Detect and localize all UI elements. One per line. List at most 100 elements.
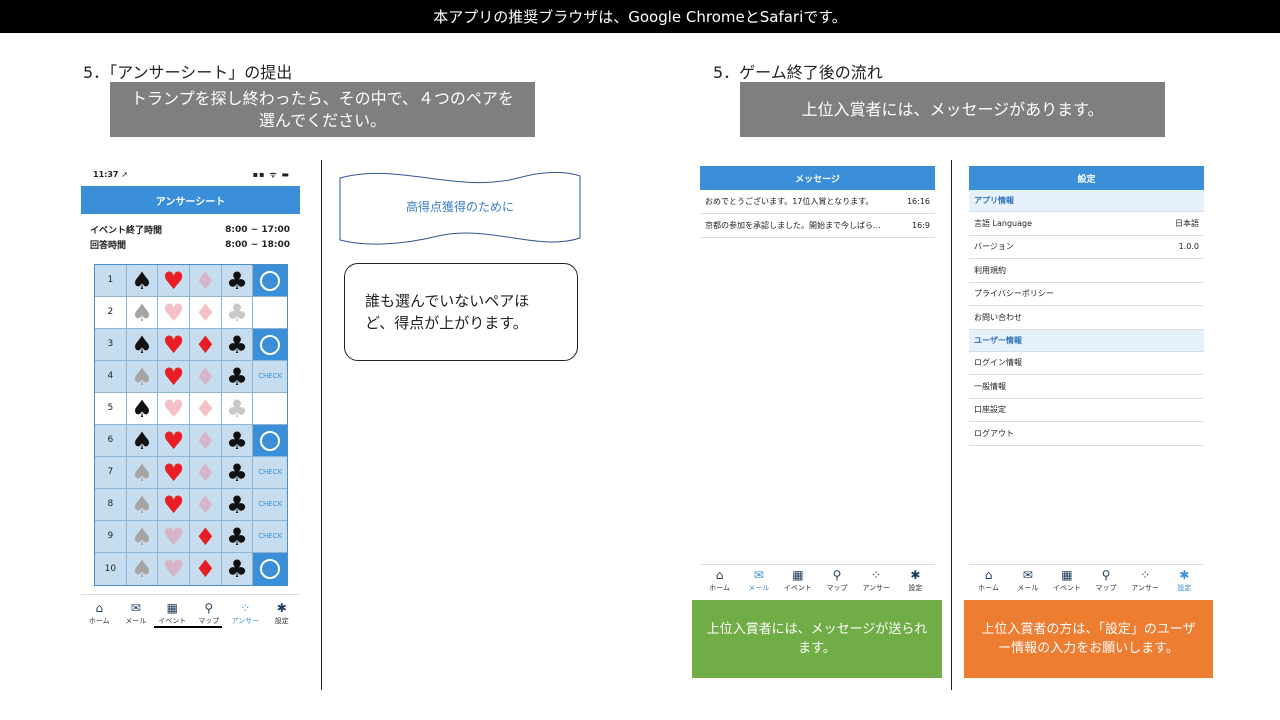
heart-icon[interactable]: ♥ — [158, 521, 191, 552]
settings-row[interactable]: 利用規約 — [969, 259, 1204, 283]
empty-select-cell[interactable] — [253, 393, 287, 424]
spade-icon[interactable]: ♠ — [127, 457, 159, 488]
nav-item-map-pin[interactable]: ⚲ マップ — [192, 601, 226, 626]
diamond-icon[interactable]: ♦ — [190, 425, 222, 456]
spade-icon[interactable]: ♠ — [127, 361, 159, 392]
diamond-icon[interactable]: ♦ — [190, 489, 222, 520]
settings-row-label: 利用規約 — [974, 265, 1006, 275]
settings-row[interactable]: プライバシーポリシー — [969, 283, 1204, 306]
spade-icon[interactable]: ♠ — [127, 265, 159, 296]
nav-item-gear[interactable]: ✱ 設定 — [898, 568, 932, 593]
settings-row-label: バージョン — [974, 242, 1014, 252]
nav-item-calendar[interactable]: ▦ イベント — [781, 568, 815, 593]
nav-item-home[interactable]: ⌂ ホーム — [82, 601, 116, 626]
diamond-icon[interactable]: ♦ — [190, 329, 222, 360]
diamond-icon[interactable]: ♦ — [190, 393, 222, 424]
nav-item-gear[interactable]: ✱ 設定 — [1167, 568, 1201, 593]
club-icon[interactable]: ♣ — [222, 297, 254, 328]
heart-icon[interactable]: ♥ — [158, 553, 191, 585]
pair-row: 7 ♠ ♥ ♦ ♣ CHECK — [95, 457, 287, 489]
diamond-icon[interactable]: ♦ — [190, 553, 222, 585]
spade-icon[interactable]: ♠ — [127, 521, 159, 552]
nav-item-grid[interactable]: ⁘ アンサー — [859, 568, 893, 593]
settings-phone: 設定 アプリ情報 言語 Language 日本語 バージョン 1.0.0 利用規約 プライバ… — [969, 166, 1204, 596]
club-icon[interactable]: ♣ — [222, 393, 254, 424]
grid-icon: ⁘ — [871, 568, 882, 582]
diamond-icon[interactable]: ♦ — [190, 361, 222, 392]
spade-icon[interactable]: ♠ — [127, 393, 159, 424]
nav-label: 設定 — [1177, 584, 1192, 592]
heart-icon[interactable]: ♥ — [158, 329, 191, 360]
heart-icon[interactable]: ♥ — [158, 425, 191, 456]
pair-row: 10 ♠ ♥ ♦ ♣ — [95, 553, 287, 585]
nav-item-map-pin[interactable]: ⚲ マップ — [820, 568, 854, 593]
nav-item-grid[interactable]: ⁘ アンサー — [228, 601, 262, 626]
diamond-icon[interactable]: ♦ — [190, 297, 222, 328]
settings-row[interactable]: ログイン情報 — [969, 352, 1204, 375]
club-icon[interactable]: ♣ — [222, 361, 254, 392]
nav-item-calendar[interactable]: ▦ イベント — [155, 601, 189, 626]
club-icon[interactable]: ♣ — [222, 265, 254, 296]
check-label: CHECK — [258, 500, 283, 508]
spade-icon[interactable]: ♠ — [127, 489, 159, 520]
info-row-event-end: イベント終了時間 8:00 ~ 17:00 — [81, 222, 300, 237]
settings-row[interactable]: バージョン 1.0.0 — [969, 236, 1204, 259]
spade-icon[interactable]: ♠ — [127, 425, 159, 456]
spade-icon[interactable]: ♠ — [127, 329, 159, 360]
pair-number: 5 — [95, 393, 127, 424]
check-button[interactable]: CHECK — [253, 457, 287, 488]
nav-item-map-pin[interactable]: ⚲ マップ — [1089, 568, 1123, 593]
diamond-icon[interactable]: ♦ — [190, 265, 222, 296]
club-icon[interactable]: ♣ — [222, 489, 254, 520]
settings-row[interactable]: 口座設定 — [969, 399, 1204, 422]
settings-row[interactable]: お問い合わせ — [969, 306, 1204, 330]
diamond-icon[interactable]: ♦ — [190, 457, 222, 488]
selected-circle-icon[interactable] — [253, 329, 287, 360]
empty-select-cell[interactable] — [253, 297, 287, 328]
signal-wifi-battery-icon: ▪▪ ᯤ ▬ — [252, 169, 290, 179]
pair-row: 3 ♠ ♥ ♦ ♣ — [95, 329, 287, 361]
selected-circle-icon[interactable] — [253, 425, 287, 456]
settings-row[interactable]: 一般情報 — [969, 375, 1204, 399]
selected-circle-icon[interactable] — [253, 553, 287, 585]
settings-row-label: 一般情報 — [974, 381, 1006, 391]
settings-row-label: 口座設定 — [974, 405, 1006, 415]
spade-icon[interactable]: ♠ — [127, 297, 159, 328]
check-label: CHECK — [258, 372, 283, 380]
club-icon[interactable]: ♣ — [222, 457, 254, 488]
message-item[interactable]: おめでとうございます。17位入賞となります。 16:16 — [700, 190, 935, 214]
settings-row[interactable]: ログアウト — [969, 422, 1204, 446]
nav-item-home[interactable]: ⌂ ホーム — [972, 568, 1006, 593]
message-item[interactable]: 京都の参加を承認しました。開始まで今しばら... 16:9 — [700, 214, 935, 238]
nav-item-gear[interactable]: ✱ 設定 — [265, 601, 299, 626]
club-icon[interactable]: ♣ — [222, 553, 254, 585]
heart-icon[interactable]: ♥ — [158, 393, 191, 424]
settings-row[interactable]: 言語 Language 日本語 — [969, 212, 1204, 236]
gear-icon: ✱ — [1179, 568, 1190, 582]
club-icon[interactable]: ♣ — [222, 521, 254, 552]
nav-item-home[interactable]: ⌂ ホーム — [703, 568, 737, 593]
heart-icon[interactable]: ♥ — [158, 297, 191, 328]
check-button[interactable]: CHECK — [253, 361, 287, 392]
diamond-icon[interactable]: ♦ — [190, 521, 222, 552]
check-button[interactable]: CHECK — [253, 521, 287, 552]
heart-icon[interactable]: ♥ — [158, 457, 191, 488]
info-label: イベント終了時間 — [90, 226, 163, 236]
message-time: 16:9 — [912, 221, 930, 230]
spade-icon[interactable]: ♠ — [127, 553, 159, 585]
club-icon[interactable]: ♣ — [222, 329, 254, 360]
club-icon[interactable]: ♣ — [222, 425, 254, 456]
pair-row: 2 ♠ ♥ ♦ ♣ — [95, 297, 287, 329]
heart-icon[interactable]: ♥ — [158, 489, 191, 520]
nav-item-calendar[interactable]: ▦ イベント — [1050, 568, 1084, 593]
selected-circle-icon[interactable] — [253, 265, 287, 296]
home-icon: ⌂ — [95, 601, 104, 615]
nav-item-mail[interactable]: ✉ メール — [119, 601, 153, 626]
check-button[interactable]: CHECK — [253, 489, 287, 520]
heart-icon[interactable]: ♥ — [158, 361, 191, 392]
heart-icon[interactable]: ♥ — [158, 265, 191, 296]
nav-item-mail[interactable]: ✉ メール — [1011, 568, 1045, 593]
nav-label: ホーム — [709, 584, 730, 592]
nav-item-grid[interactable]: ⁘ アンサー — [1128, 568, 1162, 593]
nav-item-mail[interactable]: ✉ メール — [742, 568, 776, 593]
